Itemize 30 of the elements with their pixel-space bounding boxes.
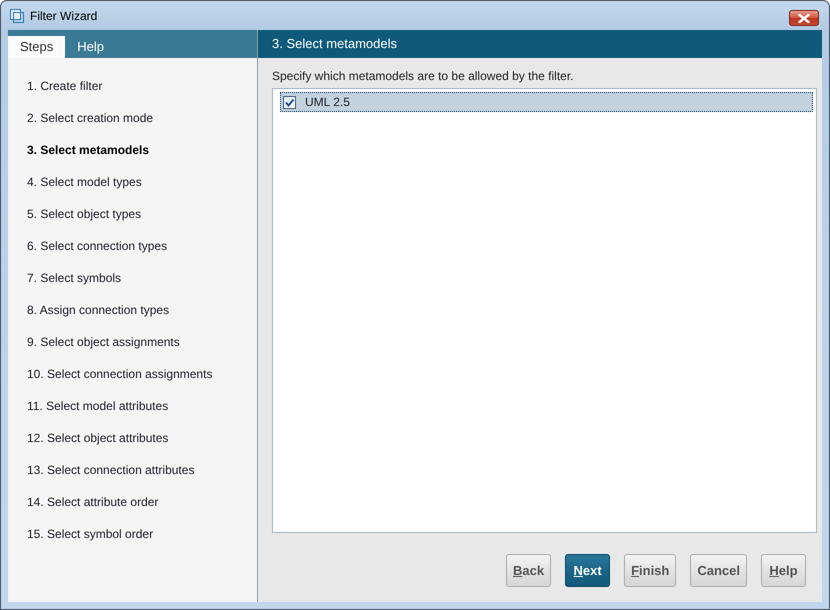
checkbox[interactable] (283, 96, 296, 108)
instruction-text: Specify which metamodels are to be allowed by the filter. (272, 69, 574, 83)
wizard-step[interactable]: 4. Select model types (27, 166, 142, 198)
wizard-button[interactable]: Back (506, 554, 552, 587)
wizard-step[interactable]: 3. Select metamodels (27, 134, 150, 166)
wizard-step[interactable]: 10. Select connection assignments (27, 358, 212, 390)
wizard-step[interactable]: 6. Select connection types (27, 230, 168, 262)
wizard-step[interactable]: 12. Select object attributes (27, 422, 168, 454)
tab[interactable]: Help (65, 36, 116, 58)
wizard-step[interactable]: 2. Select creation mode (27, 102, 154, 134)
wizard-step[interactable]: 1. Create filter (27, 70, 102, 102)
wizard-step[interactable]: 5. Select object types (27, 198, 142, 230)
wizard-step[interactable]: 7. Select symbols (27, 262, 122, 294)
wizard-step[interactable]: 15. Select symbol order (27, 518, 154, 550)
list-row[interactable]: UML 2.5 (280, 92, 813, 112)
wizard-step[interactable]: 8. Assign connection types (27, 294, 170, 326)
wizard-button[interactable]: Cancel (690, 554, 747, 587)
close-button[interactable] (789, 10, 819, 26)
wizard-button[interactable]: Next (565, 554, 610, 587)
wizard-step[interactable]: 11. Select model attributes (27, 390, 168, 422)
tab[interactable]: Steps (8, 36, 66, 58)
wizard-step[interactable]: 9. Select object assignments (27, 326, 180, 358)
window-title: Filter Wizard (30, 8, 98, 22)
close-icon (798, 14, 810, 22)
wizard-step[interactable]: 13. Select connection attributes (27, 454, 194, 486)
wizard-button[interactable]: Help (761, 554, 806, 587)
page-header: 3. Select metamodels (258, 30, 822, 58)
wizard-button[interactable]: Finish (624, 554, 676, 587)
stacked-squares-icon (10, 8, 24, 22)
wizard-step[interactable]: 14. Select attribute order (27, 486, 158, 518)
